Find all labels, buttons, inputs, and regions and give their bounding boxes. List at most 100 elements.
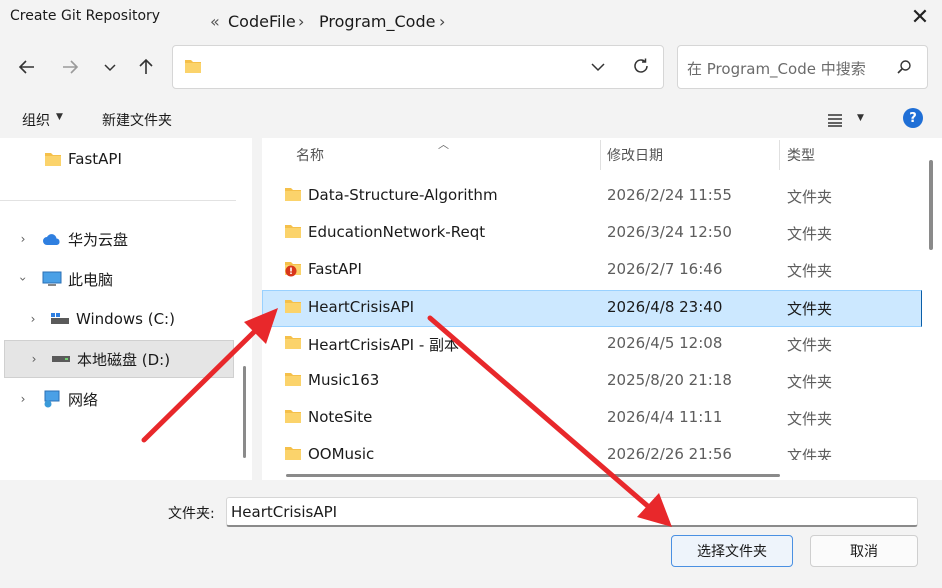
search-input[interactable]: 在 Program_Code 中搜索 (687, 58, 866, 79)
breadcrumb-program-code[interactable]: Program_Code (319, 12, 435, 31)
column-divider[interactable] (600, 140, 601, 170)
view-dropdown-icon[interactable]: ▼ (857, 113, 864, 123)
file-row[interactable]: NoteSite 2026/4/4 11:11 文件夹 (262, 399, 922, 436)
folder-icon (285, 225, 301, 238)
horizontal-scrollbar-track (262, 460, 922, 480)
file-row[interactable]: OOMusic 2026/2/26 21:56 文件夹 (262, 436, 922, 460)
folder-icon (285, 410, 301, 423)
folder-icon (285, 447, 301, 460)
folder-icon (285, 300, 301, 313)
file-list-vertical-scrollbar[interactable] (929, 160, 933, 250)
column-divider[interactable] (779, 140, 780, 170)
forward-icon[interactable] (55, 52, 85, 82)
sidebar-item-label: 本地磁盘 (D:) (77, 350, 171, 369)
pc-icon (42, 271, 62, 286)
up-icon[interactable] (131, 52, 161, 82)
file-type: 文件夹 (787, 373, 833, 391)
folder-icon (285, 336, 301, 349)
sidebar-item-label: FastAPI (68, 150, 122, 168)
sidebar-item-huawei-cloud[interactable]: › 华为云盘 (0, 220, 236, 258)
chevron-down-icon[interactable]: › (16, 272, 30, 286)
file-date: 2026/4/4 11:11 (607, 408, 723, 426)
sidebar-item-fastapi[interactable]: FastAPI (0, 140, 236, 178)
file-date: 2026/2/7 16:46 (607, 260, 723, 278)
file-name: OOMusic (308, 445, 375, 460)
breadcrumb-chevron-icon: › (439, 12, 446, 31)
chevron-right-icon[interactable]: › (26, 312, 40, 326)
file-type: 文件夹 (787, 300, 833, 318)
file-name: FastAPI (308, 260, 362, 278)
sidebar-item-drive-d[interactable]: › 本地磁盘 (D:) (4, 340, 234, 378)
file-row[interactable]: EducationNetwork-Reqt 2026/3/24 12:50 文件… (262, 214, 922, 251)
file-row-selected[interactable]: HeartCrisisAPI 2026/4/8 23:40 文件夹 (262, 290, 922, 327)
sidebar-item-label: 此电脑 (68, 270, 114, 289)
breadcrumb-chevron-icon: › (298, 12, 305, 31)
sidebar-item-label: 网络 (68, 390, 99, 409)
select-folder-button[interactable]: 选择文件夹 (671, 535, 793, 567)
organize-dropdown-icon[interactable]: ▼ (56, 112, 63, 122)
refresh-icon[interactable] (632, 57, 650, 79)
file-date: 2026/4/5 12:08 (607, 334, 723, 352)
close-icon[interactable]: ✕ (905, 2, 935, 32)
breadcrumb-overflow[interactable]: « (210, 12, 220, 31)
file-date: 2026/3/24 12:50 (607, 223, 732, 241)
folder-warning-icon (285, 262, 301, 277)
file-name: Data-Structure-Algorithm (308, 186, 498, 204)
file-type: 文件夹 (787, 447, 833, 460)
file-name: EducationNetwork-Reqt (308, 223, 486, 241)
chevron-right-icon[interactable]: › (27, 352, 41, 366)
sort-ascending-icon: ︿ (438, 138, 449, 151)
folder-field-label: 文件夹: (168, 506, 215, 522)
file-row[interactable]: Data-Structure-Algorithm 2026/2/24 11:55… (262, 177, 922, 214)
file-date: 2026/2/24 11:55 (607, 186, 732, 204)
sidebar-scrollbar[interactable] (243, 366, 246, 458)
column-header-type[interactable]: 类型 (787, 138, 815, 172)
column-header-date[interactable]: 修改日期 (607, 138, 663, 172)
divider (0, 200, 236, 201)
organize-menu[interactable]: 组织 (22, 110, 50, 130)
file-name: HeartCrisisAPI (308, 298, 415, 316)
file-type: 文件夹 (787, 188, 833, 206)
file-date: 2026/2/26 21:56 (607, 445, 732, 460)
folder-name-input[interactable] (226, 497, 918, 527)
file-date: 2026/4/8 23:40 (607, 298, 723, 316)
chevron-right-icon[interactable]: › (16, 392, 30, 406)
file-row[interactable]: Music163 2025/8/20 21:18 文件夹 (262, 362, 922, 399)
window-title: Create Git Repository (10, 8, 161, 24)
column-header-name[interactable]: 名称 (296, 138, 324, 172)
file-name: NoteSite (308, 408, 373, 426)
folder-icon (184, 58, 202, 78)
drive-icon (52, 356, 70, 362)
sidebar-item-drive-c[interactable]: › Windows (C:) (0, 300, 236, 338)
file-type: 文件夹 (787, 336, 833, 354)
sidebar-item-label: 华为云盘 (68, 230, 129, 249)
help-icon[interactable]: ? (903, 108, 923, 128)
file-name: HeartCrisisAPI - 副本 (308, 336, 460, 354)
drive-icon (51, 313, 69, 324)
file-type: 文件夹 (787, 262, 833, 280)
horizontal-scrollbar[interactable] (286, 474, 780, 477)
cancel-button[interactable]: 取消 (810, 535, 918, 567)
breadcrumb-codefile[interactable]: CodeFile (228, 12, 296, 31)
sidebar-item-this-pc[interactable]: › 此电脑 (0, 260, 236, 298)
sidebar-item-label: Windows (C:) (76, 310, 175, 328)
cloud-icon (43, 234, 60, 245)
folder-icon (285, 188, 301, 201)
recent-chevron-down-icon[interactable] (95, 52, 125, 82)
pane-splitter[interactable] (252, 138, 262, 480)
search-icon[interactable] (896, 59, 912, 79)
back-icon[interactable] (12, 52, 42, 82)
file-date: 2025/8/20 21:18 (607, 371, 732, 389)
network-icon (44, 390, 60, 408)
file-row[interactable]: HeartCrisisAPI - 副本 2026/4/5 12:08 文件夹 (262, 325, 922, 362)
file-name: Music163 (308, 371, 380, 389)
folder-icon (285, 373, 301, 386)
address-history-chevron-down-icon[interactable] (590, 59, 606, 78)
file-row[interactable]: FastAPI 2026/2/7 16:46 文件夹 (262, 251, 922, 288)
sidebar-item-network[interactable]: › 网络 (0, 380, 236, 418)
file-type: 文件夹 (787, 410, 833, 428)
file-type: 文件夹 (787, 225, 833, 243)
new-folder-button[interactable]: 新建文件夹 (102, 110, 172, 130)
view-list-icon[interactable] (827, 112, 843, 131)
chevron-right-icon[interactable]: › (16, 232, 30, 246)
